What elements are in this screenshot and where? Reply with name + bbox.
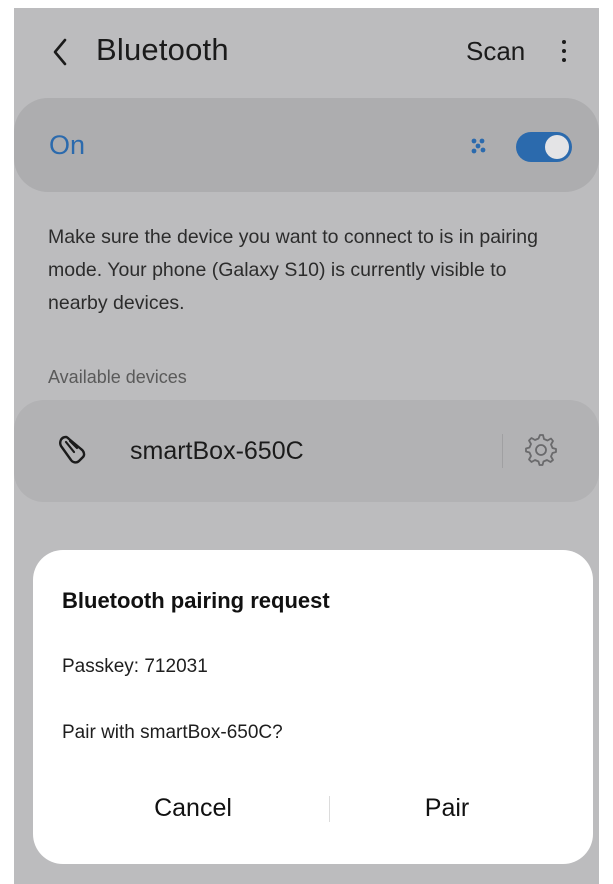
pair-button[interactable]: Pair (327, 780, 567, 836)
cancel-button[interactable]: Cancel (73, 780, 313, 836)
bluetooth-toggle-card[interactable]: On (14, 98, 599, 192)
chevron-left-icon (53, 38, 67, 66)
more-vertical-icon (562, 40, 566, 44)
pair-question-text: Pair with smartBox-650C? (62, 722, 283, 743)
more-options-button[interactable] (554, 34, 574, 68)
dialog-title: Bluetooth pairing request (62, 588, 330, 613)
pairing-request-dialog: Bluetooth pairing request Passkey: 71203… (33, 550, 593, 864)
headset-icon (59, 435, 86, 464)
gear-icon[interactable] (524, 433, 558, 467)
passkey-text: Passkey: 712031 (62, 656, 208, 677)
available-devices-heading: Available devices (48, 367, 187, 387)
header: Bluetooth Scan (14, 8, 599, 96)
device-name: smartBox-650C (130, 437, 304, 465)
pairing-instructions: Make sure the device you want to connect… (48, 226, 538, 314)
bluetooth-state-label: On (49, 130, 86, 160)
toggle-knob (545, 135, 569, 159)
scan-button[interactable]: Scan (466, 36, 525, 67)
page-title: Bluetooth (96, 32, 229, 67)
device-list-item[interactable]: smartBox-650C (14, 400, 599, 502)
bluetooth-toggle-switch[interactable] (516, 132, 572, 162)
device-divider (502, 434, 503, 468)
bluetooth-settings-screen: Bluetooth Scan On Make sure the device y… (14, 8, 599, 884)
scanning-dots-icon (471, 138, 486, 154)
back-button[interactable] (48, 35, 72, 69)
